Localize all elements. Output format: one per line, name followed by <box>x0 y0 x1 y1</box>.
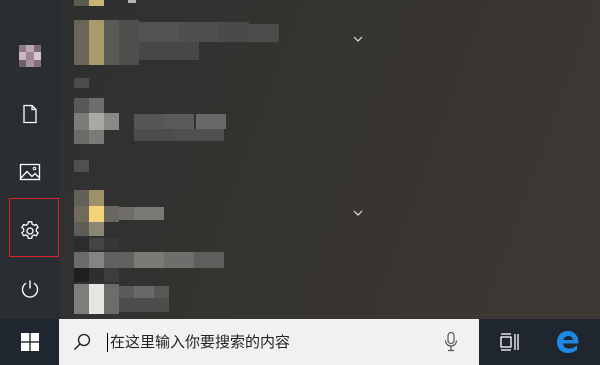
search-icon <box>74 333 91 350</box>
edge-browser-button[interactable] <box>548 319 588 365</box>
app-list-item <box>179 22 219 42</box>
app-list-item <box>74 222 89 236</box>
app-list-item <box>196 114 226 129</box>
app-list-item <box>134 286 154 298</box>
app-list-item <box>89 222 104 236</box>
app-list-item <box>154 286 169 298</box>
app-list-item <box>104 268 119 282</box>
app-list-item <box>134 207 164 220</box>
app-list-item <box>89 206 104 222</box>
app-list-item <box>119 286 134 298</box>
app-list-item <box>74 268 89 282</box>
app-list <box>74 0 594 319</box>
app-list-item <box>89 20 104 65</box>
search-input[interactable]: 在这里输入你要搜索的内容 <box>110 332 290 352</box>
app-list-item <box>164 252 194 268</box>
app-list-item <box>119 20 139 65</box>
taskbar: 在这里输入你要搜索的内容 <box>0 319 600 365</box>
app-list-item[interactable] <box>74 98 89 113</box>
app-list-item <box>104 113 119 130</box>
app-list-item <box>104 252 134 268</box>
app-list-item[interactable] <box>74 252 89 268</box>
avatar <box>19 45 41 67</box>
edge-browser-icon <box>557 331 579 353</box>
app-list-item <box>74 160 89 172</box>
app-list-item <box>174 129 224 141</box>
app-list-item <box>89 98 104 113</box>
text-caret <box>107 333 108 352</box>
settings-button[interactable] <box>9 210 51 252</box>
app-list-item <box>194 252 224 268</box>
app-list-item <box>104 206 119 222</box>
app-list-item <box>89 252 104 268</box>
app-list-item <box>89 268 104 282</box>
app-list-item <box>74 78 89 88</box>
chevron-down-icon[interactable] <box>351 208 365 218</box>
app-list-item <box>249 24 279 42</box>
start-menu <box>0 0 600 319</box>
app-list-item <box>119 207 134 220</box>
power-button[interactable] <box>9 268 51 310</box>
app-list-item[interactable] <box>74 0 89 6</box>
app-list-item <box>128 0 136 3</box>
pictures-icon <box>19 163 41 181</box>
app-list-item <box>74 113 89 130</box>
gear-icon <box>21 221 39 240</box>
document-icon <box>23 104 37 124</box>
app-list-item <box>74 206 89 222</box>
app-list-item <box>104 284 119 314</box>
power-icon <box>21 280 39 298</box>
app-list-item <box>74 130 89 144</box>
app-list-item <box>139 42 199 60</box>
app-list-item <box>89 130 104 144</box>
windows-logo-icon <box>20 333 39 351</box>
app-list-item <box>119 298 169 312</box>
app-list-item <box>134 129 174 141</box>
desktop-screen: 在这里输入你要搜索的内容 <box>0 0 600 365</box>
app-list-item <box>104 20 119 65</box>
app-list-item[interactable] <box>74 284 89 314</box>
pictures-button[interactable] <box>9 151 51 193</box>
task-view-button[interactable] <box>490 319 528 365</box>
app-list-item <box>89 284 104 314</box>
app-list-item <box>89 113 104 130</box>
app-list-item[interactable] <box>74 20 89 65</box>
task-view-icon <box>500 333 519 351</box>
app-list-item <box>134 114 164 129</box>
app-list-item <box>104 238 119 250</box>
app-list-item <box>134 252 164 268</box>
app-list-item <box>89 190 104 206</box>
app-list-item <box>164 114 194 129</box>
app-list-item <box>89 238 104 250</box>
start-button[interactable] <box>0 319 59 365</box>
app-list-item <box>89 0 104 6</box>
app-list-item <box>139 22 179 42</box>
microphone-icon[interactable] <box>444 331 458 353</box>
app-list-item <box>74 238 89 250</box>
app-list-item[interactable] <box>74 190 89 206</box>
start-rail <box>0 0 60 319</box>
search-box[interactable]: 在这里输入你要搜索的内容 <box>59 319 479 365</box>
user-account-button[interactable] <box>9 35 51 77</box>
app-list-item <box>219 22 249 42</box>
chevron-down-icon[interactable] <box>351 34 365 44</box>
documents-button[interactable] <box>9 93 51 135</box>
